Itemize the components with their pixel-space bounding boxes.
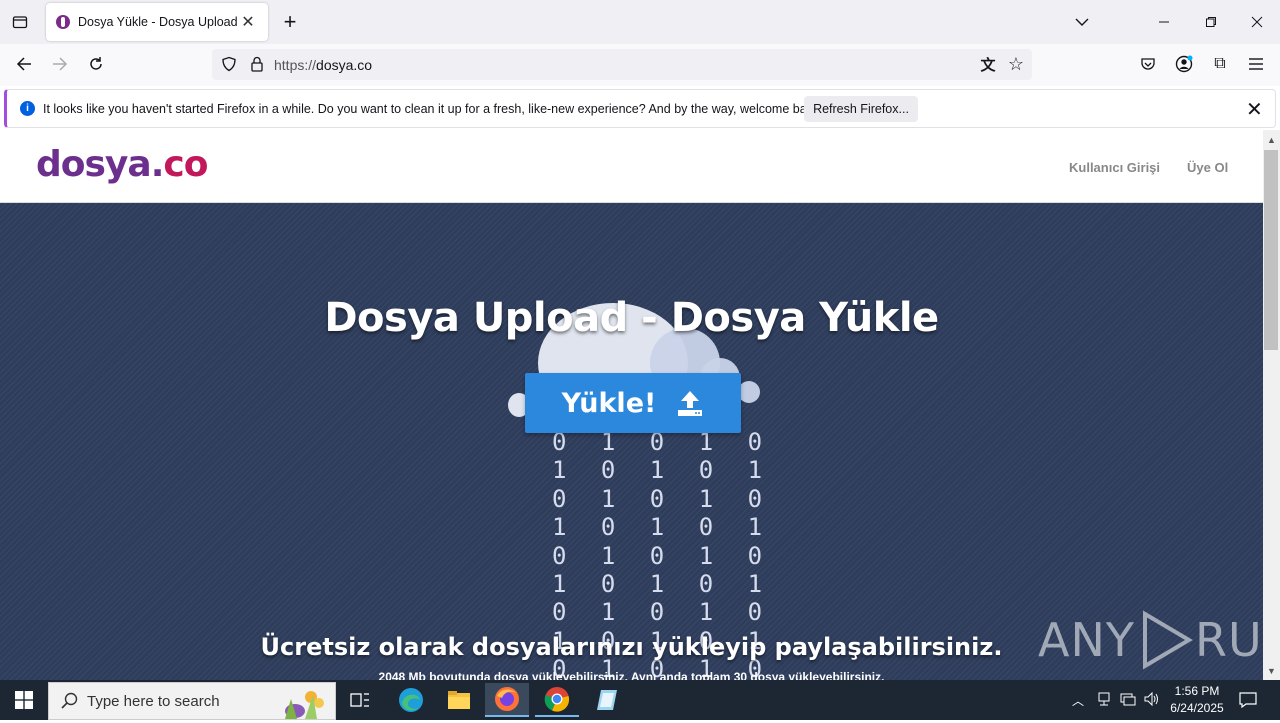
account-icon[interactable] [1172,53,1196,75]
search-highlight-icon [265,685,331,723]
taskbar-clock[interactable]: 1:56 PM 6/24/2025 [1160,683,1234,717]
extensions-icon[interactable]: ⧉ [1208,53,1232,75]
chrome-icon[interactable] [535,683,579,717]
site-logo[interactable]: dosya.co [36,144,208,185]
close-tab-icon[interactable]: ✕ [238,12,258,32]
back-icon[interactable] [12,52,36,76]
firefox-icon[interactable] [485,683,529,717]
close-window-icon[interactable] [1245,10,1269,34]
taskbar-search-box[interactable]: Type here to search [48,682,336,720]
ethernet-icon[interactable] [1116,692,1140,709]
translate-icon[interactable]: 文 [976,53,1000,75]
lock-icon[interactable] [246,53,268,75]
network-icon[interactable] [1092,692,1116,709]
info-icon: i [20,101,35,116]
menu-icon[interactable] [1244,53,1268,75]
search-icon [61,692,79,714]
forward-icon[interactable] [48,52,72,76]
logo-text: dosya. [36,144,164,185]
edge-icon[interactable] [389,683,433,717]
close-notification-icon[interactable]: ✕ [1246,97,1263,122]
bookmark-star-icon[interactable]: ☆ [1004,53,1028,75]
notification-message: It looks like you haven't started Firefo… [43,102,823,116]
cloud-graphic-part [738,381,760,403]
play-icon [1142,610,1193,670]
file-explorer-icon[interactable] [437,683,481,717]
chevron-down-icon[interactable] [1070,10,1094,34]
browser-tab[interactable]: Dosya Yükle - Dosya Upload ✕ [46,3,268,41]
notepad-app-icon[interactable] [585,683,629,717]
reload-icon[interactable] [84,52,108,76]
url-prefix: https:// [274,57,317,73]
scrollbar-thumb[interactable] [1264,150,1278,350]
tab-list-icon[interactable] [8,10,32,34]
scroll-down-icon[interactable]: ▼ [1264,664,1279,678]
nav-login-link[interactable]: Kullanıcı Girişi [1069,160,1160,175]
watermark-text-left: ANY [1038,613,1135,667]
search-placeholder: Type here to search [87,692,220,710]
url-domain: dosya.co [316,57,373,73]
clock-date: 6/24/2025 [1170,701,1224,715]
nav-register-link[interactable]: Üye Ol [1187,160,1228,175]
tab-title: Dosya Yükle - Dosya Upload [78,15,238,29]
clock-time: 1:56 PM [1174,684,1220,698]
url-text[interactable]: https://dosya.co [274,57,372,73]
hero-title: Dosya Upload - Dosya Yükle [324,295,939,341]
upload-button-label: Yükle! [561,387,657,419]
task-view-icon[interactable] [338,683,382,717]
tab-bar: Dosya Yükle - Dosya Upload ✕ + [0,0,1280,44]
system-tray: ︿ [1070,680,1164,720]
upload-icon [676,389,704,417]
pocket-icon[interactable] [1136,53,1160,75]
shield-icon[interactable] [218,53,240,75]
new-tab-icon[interactable]: + [278,9,302,34]
restore-icon[interactable] [1199,10,1223,34]
notification-center-icon[interactable] [1236,686,1260,714]
refresh-firefox-button[interactable]: Refresh Firefox... [804,96,918,122]
hero-section: 0 1 0 1 0 1 0 1 0 1 0 1 0 1 0 1 0 1 0 1 … [0,203,1263,680]
windows-start-icon[interactable] [0,680,48,720]
minimize-icon[interactable] [1152,10,1176,34]
logo-text-accent: co [163,144,208,185]
site-favicon-icon [56,15,70,29]
scroll-up-icon[interactable]: ▲ [1264,133,1279,147]
show-hidden-icons-icon[interactable]: ︿ [1070,692,1086,709]
hero-subtext: 2048 Mb boyutunda dosya yükleyebilirsini… [378,670,885,680]
notification-bar: i It looks like you haven't started Fire… [4,89,1276,128]
upload-button[interactable]: Yükle! [525,373,741,433]
anyrun-watermark: ANY RUN [1038,610,1280,670]
